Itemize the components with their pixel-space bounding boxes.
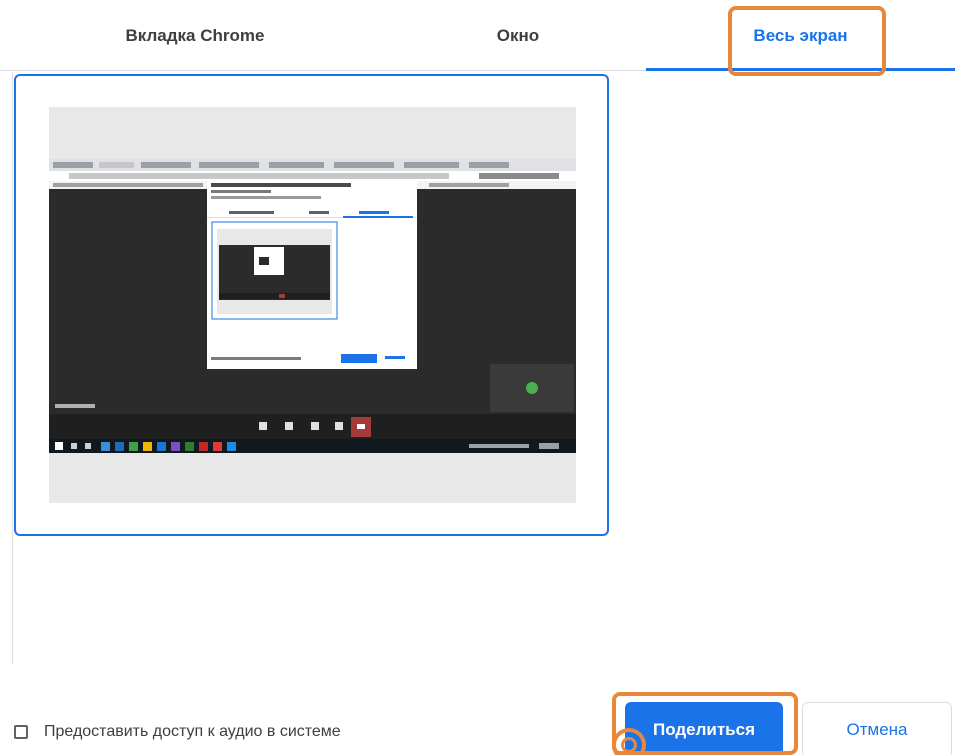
audio-checkbox[interactable]: [14, 725, 28, 739]
click-indicator-icon: [612, 728, 646, 755]
screen-tile[interactable]: [14, 74, 609, 536]
audio-share-option[interactable]: Предоставить доступ к аудио в системе: [14, 718, 341, 746]
share-button[interactable]: Поделиться: [625, 702, 783, 755]
cancel-button[interactable]: Отмена: [802, 702, 952, 755]
active-tab-indicator: [646, 68, 955, 71]
screen-share-dialog: Вкладка Chrome Окно Весь экран Предостав…: [0, 0, 955, 755]
screen-preview-image: [49, 107, 576, 503]
audio-checkbox-label: Предоставить доступ к аудио в системе: [44, 723, 341, 740]
tab-chrome-tab[interactable]: Вкладка Chrome: [0, 0, 390, 72]
source-tabs: Вкладка Chrome Окно Весь экран: [0, 0, 955, 72]
screen-thumbnail: [49, 107, 576, 503]
tab-entire-screen[interactable]: Весь экран: [646, 0, 955, 72]
tab-window[interactable]: Окно: [390, 0, 646, 72]
content-border: [12, 72, 13, 664]
